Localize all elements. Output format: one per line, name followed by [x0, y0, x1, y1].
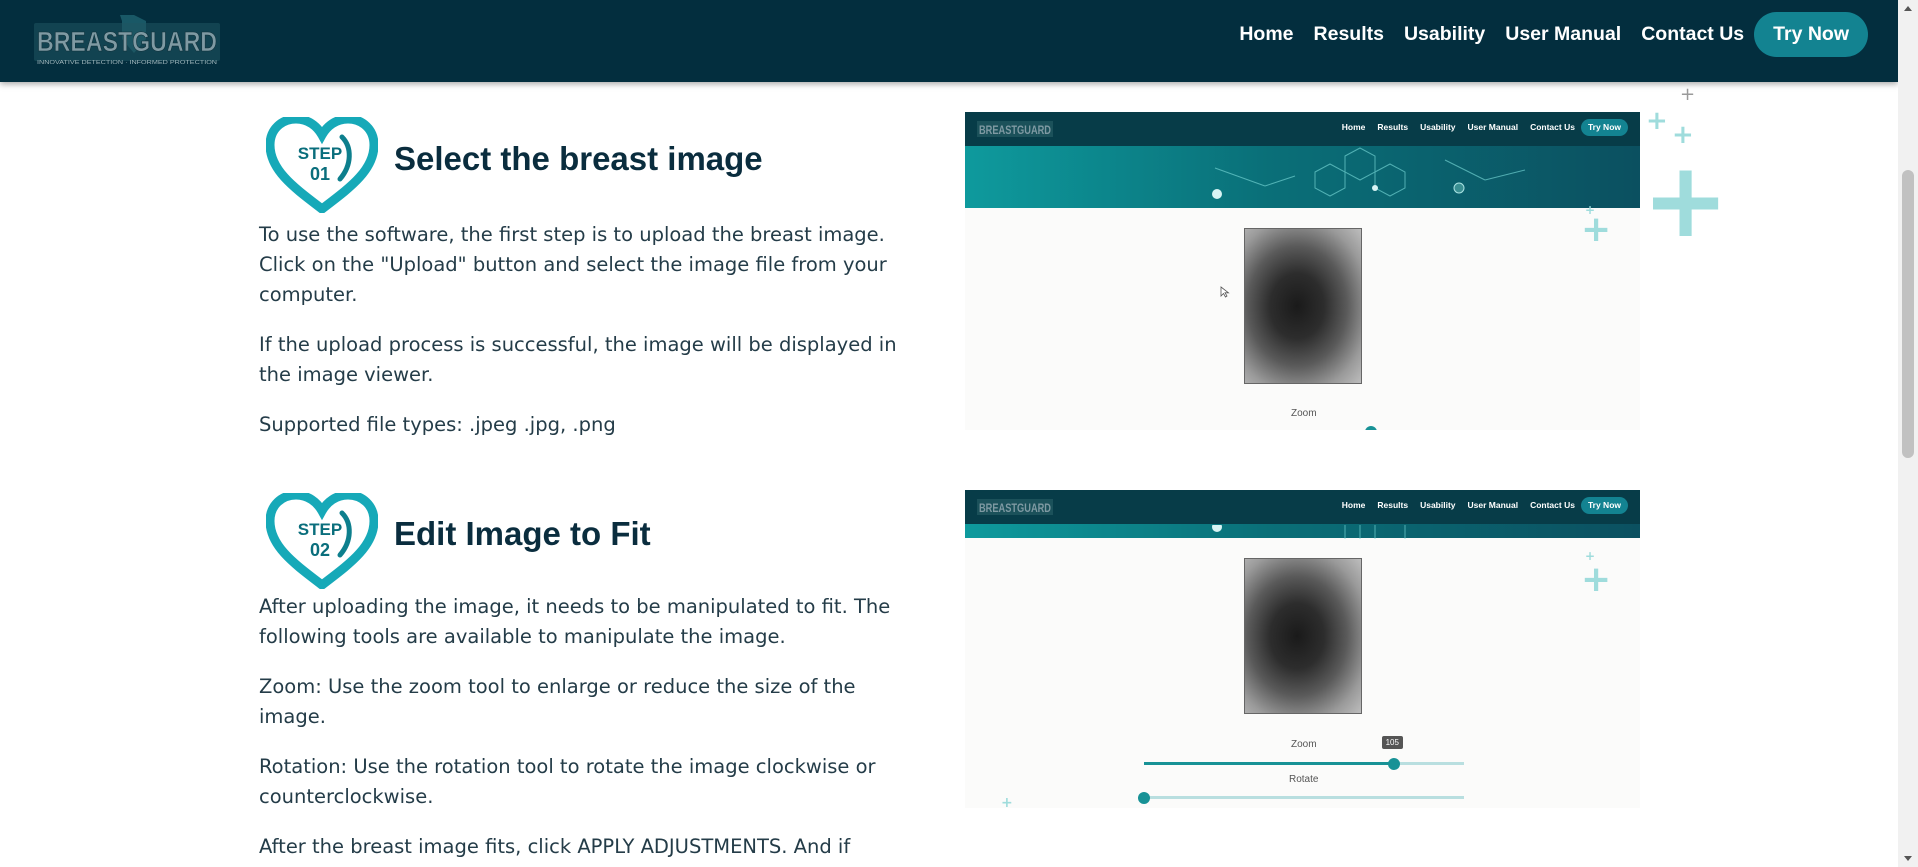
step-02-description: After uploading the image, it needs to b…	[259, 592, 919, 867]
mockup-zoom-label: Zoom	[1291, 739, 1317, 750]
nav-results[interactable]: Results	[1314, 23, 1384, 46]
plus-decoration-icon: +	[1581, 209, 1612, 250]
step-01-paragraph: Supported file types: .jpeg .jpg, .png	[259, 413, 616, 436]
mockup-banner	[965, 522, 1640, 539]
plus-decoration-icon: +	[1646, 106, 1668, 136]
mockup-logo: BREASTGUARD	[977, 499, 1053, 515]
step-01-paragraph: If the upload process is successful, the…	[259, 333, 897, 386]
network-pattern-icon	[1212, 147, 1526, 199]
scroll-down-arrow-icon[interactable]	[1904, 856, 1912, 861]
zoom-value-tooltip: 105	[1381, 736, 1403, 749]
svg-text:INNOVATIVE DETECTION · INFORME: INNOVATIVE DETECTION · INFORMED PROTECTI…	[37, 60, 217, 66]
zoom-slider-fill	[1144, 762, 1394, 765]
zoom-slider-knob	[1387, 758, 1400, 770]
step-01-paragraph: To use the software, the first step is t…	[259, 223, 887, 306]
mockup-nav-home: Home	[1341, 500, 1366, 510]
step-02-screenshot: BREASTGUARD Home Results Usability User …	[965, 490, 1640, 808]
try-now-button[interactable]: Try Now	[1754, 12, 1868, 57]
mouse-cursor-icon	[1220, 286, 1230, 298]
step-01-description: To use the software, the first step is t…	[259, 220, 919, 460]
svg-text:BREASTGUARD: BREASTGUARD	[37, 26, 217, 57]
mockup-header: BREASTGUARD Home Results Usability User …	[965, 112, 1640, 146]
mockup-nav-contact-us: Contact Us	[1530, 122, 1575, 132]
nav-usability[interactable]: Usability	[1404, 23, 1485, 46]
ultrasound-preview-image	[1244, 558, 1362, 714]
mockup-nav: Home Results Usability User Manual Conta…	[1330, 495, 1628, 515]
mockup-header: BREASTGUARD Home Results Usability User …	[965, 490, 1640, 524]
step-02-title: Edit Image to Fit	[394, 515, 651, 552]
mockup-zoom-label: Zoom	[1291, 408, 1317, 419]
mockup-nav-results: Results	[1377, 122, 1409, 132]
large-plus-decoration-icon: +	[1642, 139, 1730, 261]
mockup-nav-results: Results	[1377, 500, 1409, 510]
network-pattern-icon	[1212, 522, 1406, 539]
plus-decoration-icon: +	[1680, 84, 1696, 105]
nav-user-manual[interactable]: User Manual	[1505, 23, 1621, 46]
mockup-try-now: Try Now	[1580, 118, 1628, 136]
mockup-nav-usability: Usability	[1420, 122, 1456, 132]
mockup-logo-text: BREASTGUARD	[979, 123, 1051, 137]
step-01-badge-word: STEP	[298, 144, 342, 163]
step-02-badge-word: STEP	[298, 520, 342, 539]
step-01-title: Select the breast image	[394, 140, 763, 177]
step-01-badge-number: 01	[310, 164, 330, 184]
mockup-logo-text: BREASTGUARD	[979, 501, 1051, 515]
step-02-paragraph: Rotation: Use the rotation tool to rotat…	[259, 755, 876, 808]
mockup-nav: Home Results Usability User Manual Conta…	[1330, 117, 1628, 137]
rotate-slider-knob	[1138, 792, 1150, 804]
step-02-heart-icon: STEP 02	[266, 493, 378, 589]
mockup-try-now: Try Now	[1580, 496, 1628, 514]
mockup-nav-usability: Usability	[1420, 500, 1456, 510]
step-02-paragraph: After uploading the image, it needs to b…	[259, 595, 891, 648]
step-01-screenshot: BREASTGUARD Home Results Usability User …	[965, 112, 1640, 430]
breastguard-logo[interactable]: BREASTGUARD INNOVATIVE DETECTION · INFOR…	[34, 13, 220, 69]
step-02-paragraph: Zoom: Use the zoom tool to enlarge or re…	[259, 675, 856, 728]
plus-decoration-icon: +	[1585, 549, 1596, 563]
plus-decoration-icon: +	[1585, 203, 1596, 217]
mockup-nav-user-manual: User Manual	[1467, 122, 1519, 132]
scrollbar-thumb[interactable]	[1902, 170, 1914, 458]
mockup-nav-user-manual: User Manual	[1467, 500, 1519, 510]
scroll-up-arrow-icon[interactable]	[1904, 6, 1912, 11]
plus-decoration-icon: +	[1581, 559, 1612, 600]
plus-decoration-icon: +	[1672, 120, 1694, 150]
mockup-rotate-label: Rotate	[1289, 774, 1319, 785]
step-02-badge-number: 02	[310, 540, 330, 560]
mockup-zoom-knob	[1365, 426, 1377, 430]
mockup-nav-home: Home	[1341, 122, 1366, 132]
nav-home[interactable]: Home	[1239, 23, 1293, 46]
ultrasound-preview-image	[1244, 228, 1362, 384]
mockup-logo: BREASTGUARD	[977, 121, 1053, 137]
plus-decoration-icon: +	[1001, 795, 1013, 808]
nav-contact-us[interactable]: Contact Us	[1641, 23, 1744, 46]
mockup-banner	[965, 146, 1640, 208]
site-header: BREASTGUARD INNOVATIVE DETECTION · INFOR…	[0, 0, 1898, 82]
step-01-heart-icon: STEP 01	[266, 117, 378, 213]
step-02-paragraph: After the breast image fits, click APPLY…	[259, 835, 851, 858]
main-nav: Home Results Usability User Manual Conta…	[1219, 12, 1868, 57]
mockup-nav-contact-us: Contact Us	[1530, 500, 1575, 510]
rotate-slider-track	[1144, 796, 1464, 799]
page-scrollbar[interactable]	[1898, 0, 1918, 867]
